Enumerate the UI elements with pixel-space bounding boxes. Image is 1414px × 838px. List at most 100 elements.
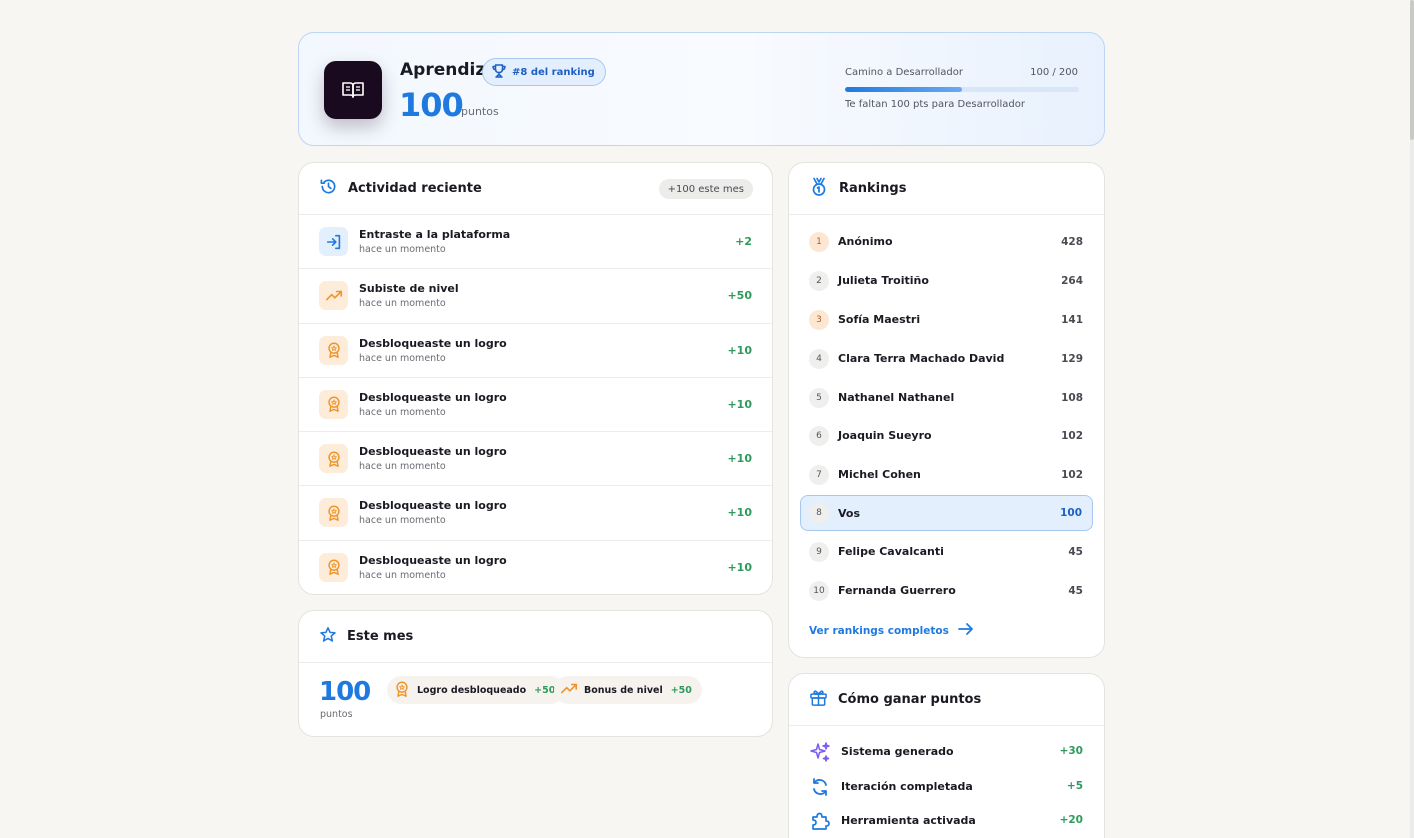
activity-item-title: Desbloqueaste un logro	[359, 336, 507, 350]
month-points: 100	[319, 677, 371, 707]
progress-bar	[845, 87, 1079, 92]
arrow-right-icon	[957, 621, 975, 640]
activity-item-time: hace un momento	[359, 461, 446, 473]
gift-icon	[809, 688, 828, 711]
rank-badge[interactable]: #8 del ranking	[482, 58, 606, 86]
activity-item-points: +10	[727, 560, 752, 574]
earn-title: Cómo ganar puntos	[838, 692, 982, 707]
ranking-row[interactable]: 2 Julieta Troitiño 264	[789, 261, 1104, 300]
activity-item: Desbloqueaste un logro hace un momento +10	[299, 432, 772, 487]
points-unit: puntos	[461, 105, 499, 118]
progress-value: 100 / 200	[1030, 67, 1078, 78]
ranking-row-current-user[interactable]: 8 Vos 100	[800, 495, 1093, 532]
earn-item-label: Sistema generado	[841, 745, 954, 758]
ranking-position: 2	[809, 270, 829, 291]
activity-item: Entraste a la plataforma hace un momento +…	[299, 215, 772, 270]
ranking-row[interactable]: 7 Michel Cohen 102	[789, 455, 1104, 494]
earn-item: Herramienta activada +20	[789, 803, 1104, 838]
earn-list: Sistema generado +30 Iteración completad…	[789, 726, 1104, 838]
ranking-row[interactable]: 6 Joaquin Sueyro 102	[789, 416, 1104, 455]
trending-up-icon	[319, 281, 348, 311]
activity-card: Actividad reciente +100 este mes Entrast…	[298, 162, 773, 595]
ranking-score: 264	[1061, 274, 1083, 287]
ranking-score: 45	[1068, 546, 1083, 559]
activity-item-title: Subiste de nivel	[359, 282, 459, 296]
total-points: 100	[399, 86, 464, 124]
ranking-position: 7	[809, 465, 829, 486]
activity-item-points: +10	[727, 506, 752, 520]
ranking-row[interactable]: 10 Fernanda Guerrero 45	[789, 571, 1104, 610]
level-name: Aprendiz	[400, 60, 486, 80]
ranking-position: 4	[809, 348, 829, 369]
rankings-list: 1 Anónimo 428 2 Julieta Troitiño 264 3 Sofía Ma…	[789, 215, 1104, 610]
earn-item-label: Iteración completada	[841, 779, 973, 793]
sparkles-icon	[809, 741, 831, 763]
ranking-name: Joaquin Sueyro	[838, 429, 932, 443]
book-icon	[324, 61, 382, 119]
puzzle-icon	[809, 810, 831, 832]
award-icon	[319, 389, 348, 419]
activity-item-time: hace un momento	[359, 406, 446, 418]
activity-item: Subiste de nivel hace un momento +50	[299, 269, 772, 324]
chip-achievement-points: +50	[534, 684, 556, 696]
ranking-score: 45	[1068, 585, 1083, 598]
ranking-position: 5	[809, 387, 829, 408]
award-icon	[393, 680, 411, 701]
rankings-title: Rankings	[839, 181, 907, 196]
chip-achievement: Logro desbloqueado +50	[387, 676, 566, 704]
ranking-position: 1	[809, 232, 829, 252]
activity-item-title: Desbloqueaste un logro	[359, 553, 507, 567]
refresh-icon	[809, 776, 831, 798]
activity-item-points: +10	[727, 452, 752, 466]
earn-item: Sistema generado +30	[789, 734, 1104, 769]
level-card: Aprendiz #8 del ranking 100 puntos Camin…	[298, 32, 1105, 146]
ranking-row[interactable]: 5 Nathanel Nathanel 108	[789, 378, 1104, 417]
ranking-name: Clara Terra Machado David	[838, 351, 1005, 365]
view-all-rankings-link[interactable]: Ver rankings completos	[809, 621, 975, 640]
scrollbar[interactable]	[1410, 0, 1414, 838]
ranking-position: 3	[809, 309, 829, 330]
activity-item-time: hace un momento	[359, 515, 446, 527]
earn-item: Iteración completada +5	[789, 769, 1104, 804]
ranking-row[interactable]: 4 Clara Terra Machado David 129	[789, 339, 1104, 378]
activity-month-badge: +100 este mes	[658, 179, 753, 199]
activity-item-time: hace un momento	[359, 244, 446, 255]
ranking-score: 102	[1061, 430, 1083, 443]
activity-item: Desbloqueaste un logro hace un momento +10	[299, 486, 772, 541]
chip-level-bonus-label: Bonus de nivel	[584, 684, 663, 696]
activity-item-title: Desbloqueaste un logro	[359, 390, 507, 404]
history-icon	[319, 177, 338, 200]
ranking-position: 9	[809, 542, 829, 563]
ranking-row[interactable]: 1 Anónimo 428	[789, 222, 1104, 261]
ranking-row[interactable]: 3 Sofía Maestri 141	[789, 300, 1104, 339]
award-icon	[319, 335, 348, 365]
activity-item-time: hace un momento	[359, 298, 446, 310]
progress-hint: Te faltan 100 pts para Desarrollador	[845, 99, 1025, 110]
ranking-score: 428	[1061, 236, 1083, 248]
activity-item-title: Desbloqueaste un logro	[359, 499, 507, 513]
activity-item-points: +50	[727, 289, 752, 303]
progress-bar-fill	[845, 87, 962, 92]
activity-item-time: hace un momento	[359, 352, 446, 364]
rankings-card: Rankings 1 Anónimo 428 2 Julieta Troitiño 264…	[788, 162, 1105, 658]
activity-item-points: +10	[727, 343, 752, 357]
chip-level-bonus: Bonus de nivel +50	[554, 676, 702, 704]
month-header: Este mes	[299, 611, 772, 663]
award-icon	[319, 498, 348, 528]
earn-item-points: +30	[1059, 745, 1083, 757]
rankings-header: Rankings	[789, 163, 1104, 215]
earn-item-label: Herramienta activada	[841, 814, 976, 827]
scrollbar-thumb[interactable]	[1410, 0, 1414, 140]
medal-icon	[809, 177, 829, 201]
activity-item: Desbloqueaste un logro hace un momento +10	[299, 324, 772, 378]
ranking-name: Sofía Maestri	[838, 312, 921, 326]
month-title: Este mes	[347, 629, 414, 644]
ranking-score: 141	[1061, 313, 1083, 326]
award-icon	[319, 444, 348, 474]
ranking-score: 102	[1061, 469, 1083, 482]
activity-item: Desbloqueaste un logro hace un momento +10	[299, 378, 772, 433]
ranking-position: 6	[809, 426, 829, 447]
ranking-score: 108	[1061, 391, 1083, 404]
ranking-row[interactable]: 9 Felipe Cavalcanti 45	[789, 532, 1104, 571]
activity-item: Desbloqueaste un logro hace un momento +10	[299, 541, 772, 595]
